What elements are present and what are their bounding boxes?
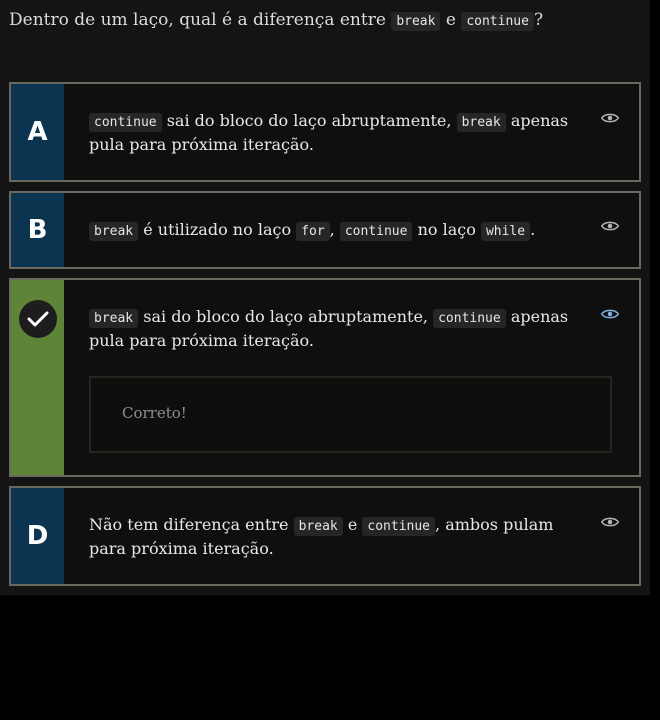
option-b-text-2: , <box>329 220 335 239</box>
question-code-break: break <box>391 12 441 31</box>
option-b-code-continue: continue <box>339 222 413 241</box>
check-icon <box>27 311 48 327</box>
question-code-continue: continue <box>461 12 534 31</box>
question-mid: e <box>445 10 456 30</box>
option-c-code-break: break <box>89 309 139 328</box>
question-prefix: Dentro de um laço, qual é a diferença en… <box>9 10 386 30</box>
eye-icon[interactable] <box>601 516 619 528</box>
option-d[interactable]: D Não tem diferença entre break e contin… <box>9 486 641 586</box>
option-b-code-while: while <box>480 222 531 241</box>
quiz-panel: Dentro de um laço, qual é a diferença en… <box>0 0 650 595</box>
option-letter-a: A <box>11 84 64 180</box>
eye-icon[interactable] <box>601 220 619 232</box>
correct-marker <box>11 280 64 475</box>
option-b-text: break é utilizado no laço for, continue … <box>89 219 593 243</box>
question-text: Dentro de um laço, qual é a diferença en… <box>9 8 649 34</box>
option-c-text: break sai do bloco do laço abruptamente,… <box>89 306 593 352</box>
option-a-code-break: break <box>456 113 506 132</box>
option-a-text: continue sai do bloco do laço abruptamen… <box>89 110 593 156</box>
eye-icon[interactable] <box>601 112 619 124</box>
option-d-text-0: Não tem diferença entre <box>89 515 289 534</box>
option-letter-b: B <box>11 193 64 267</box>
option-d-code-continue: continue <box>362 517 436 536</box>
option-b-text-1: é utilizado no laço <box>143 220 292 239</box>
option-d-text: Não tem diferença entre break e continue… <box>89 514 593 560</box>
option-a-code-continue: continue <box>89 113 162 132</box>
question-suffix: ? <box>533 10 544 30</box>
feedback-text: Correto! <box>122 404 187 422</box>
option-b[interactable]: B break é utilizado no laço for, continu… <box>9 191 641 269</box>
option-d-code-break: break <box>293 517 343 536</box>
option-letter-d: D <box>11 488 64 584</box>
check-badge <box>18 300 57 338</box>
option-a-text-1: sai do bloco do laço abruptamente, <box>166 111 452 130</box>
option-b-text-3: no laço <box>417 220 476 239</box>
option-b-code-for: for <box>296 222 330 241</box>
option-b-text-4: . <box>530 220 536 239</box>
option-b-code-break: break <box>89 222 139 241</box>
option-c-text-1: sai do bloco do laço abruptamente, <box>143 307 428 326</box>
option-c-correct[interactable]: break sai do bloco do laço abruptamente,… <box>9 278 641 477</box>
option-c-code-continue: continue <box>433 309 506 328</box>
option-a[interactable]: A continue sai do bloco do laço abruptam… <box>9 82 641 182</box>
feedback-box: Correto! <box>89 376 612 453</box>
eye-icon-active[interactable] <box>601 308 619 320</box>
option-d-text-1: e <box>347 515 358 534</box>
